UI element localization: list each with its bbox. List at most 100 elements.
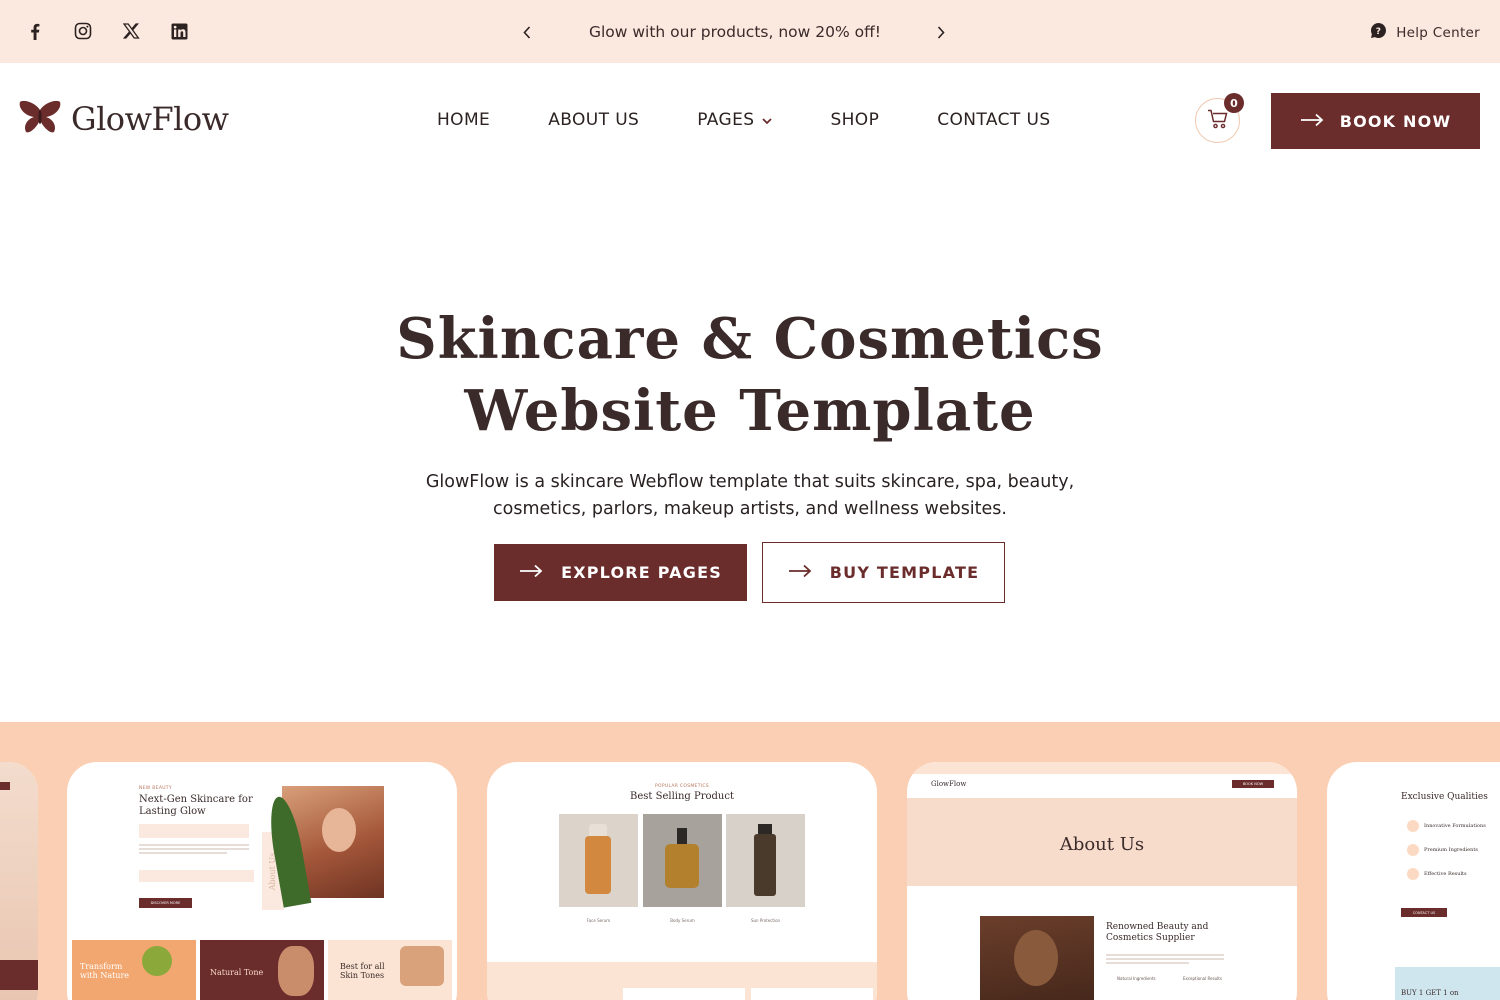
preview-offer-text: BUY 1 GET 1 on — [1401, 989, 1459, 997]
shopping-cart-icon — [1207, 109, 1229, 133]
linkedin-icon[interactable] — [168, 20, 190, 42]
preview-tile-1-bowl — [142, 946, 172, 976]
preview-card-partial-left[interactable] — [0, 762, 38, 1000]
preview-qualities-list: Innovative Formulations Premium Ingredie… — [1407, 820, 1486, 880]
nav-shop[interactable]: SHOP — [830, 110, 879, 130]
preview-product-2-cap — [677, 828, 687, 844]
preview-about-feature-2: Exceptional Results — [1183, 976, 1222, 981]
hero-desc-line2: cosmetics, parlors, makeup artists, and … — [493, 499, 1007, 519]
preview-about-book-button: BOOK NOW — [1232, 780, 1274, 788]
preview-highlight — [139, 824, 249, 838]
preview-label: NEW BEAUTY — [139, 786, 172, 791]
promo-carousel: Glow with our products, now 20% off! — [520, 22, 950, 44]
preview-tile-1: Transform with Nature — [72, 940, 196, 1000]
preview-tile-1-title: Transform with Nature — [80, 962, 129, 980]
preview-about-subtitle-line1: Renowned Beauty and — [1106, 922, 1209, 932]
preview-product-2-bottle — [665, 844, 699, 888]
nav-pages[interactable]: PAGES — [697, 110, 773, 130]
preview-tile-2: Natural Tone — [200, 940, 324, 1000]
preview-product-3-cap — [758, 824, 772, 834]
top-bar: Glow with our products, now 20% off! ? H… — [0, 0, 1500, 63]
preview-footer-box-1 — [623, 988, 745, 1000]
preview-card-home[interactable]: NEW BEAUTY Next-Gen Skincare for Lasting… — [67, 762, 457, 1000]
explore-pages-button[interactable]: EXPLORE PAGES — [494, 544, 747, 601]
nav-pages-label: PAGES — [697, 110, 755, 130]
arrow-right-icon — [519, 563, 543, 582]
preview-footer-box-2 — [751, 988, 873, 1000]
preview-product-1-name: Face Serum — [586, 918, 611, 923]
preview-card-products[interactable]: POPULAR COSMETICS Best Selling Product F… — [487, 762, 877, 1000]
chevron-right-icon[interactable] — [934, 22, 948, 42]
arrow-right-icon — [788, 563, 812, 582]
hero-title-line2: Website Template — [464, 378, 1036, 444]
preview-about-model-image — [980, 916, 1094, 1000]
explore-pages-label: EXPLORE PAGES — [561, 563, 722, 582]
preview-hours — [139, 870, 254, 882]
nav-about-us[interactable]: ABOUT US — [548, 110, 639, 130]
preview-product-3-bottle — [754, 834, 776, 896]
preview-about-banner: About Us — [907, 798, 1297, 886]
promo-text: Glow with our products, now 20% off! — [588, 23, 882, 41]
nav-contact-us[interactable]: CONTACT US — [937, 110, 1050, 130]
x-twitter-icon[interactable] — [120, 20, 142, 42]
preview-tile-1-line2: with Nature — [80, 971, 130, 980]
preview-product-2 — [643, 814, 722, 907]
preview-about-face — [1014, 930, 1058, 986]
preview-title: Next-Gen Skincare for Lasting Glow — [139, 794, 253, 818]
svg-text:?: ? — [1376, 27, 1382, 37]
preview-card-about[interactable]: GlowFlow BOOK NOW About Us Renowned Beau… — [907, 762, 1297, 1000]
preview-product-1 — [559, 814, 638, 907]
preview-about-header: GlowFlow BOOK NOW — [907, 762, 1297, 798]
instagram-icon[interactable] — [72, 20, 94, 42]
preview-tile-3: Best for all Skin Tones — [328, 940, 452, 1000]
social-links — [24, 20, 190, 42]
preview-tile-2-title: Natural Tone — [210, 968, 264, 977]
preview-products-footer — [487, 962, 877, 1000]
preview-quality-1: Innovative Formulations — [1424, 823, 1486, 829]
book-now-button[interactable]: BOOK NOW — [1271, 93, 1480, 149]
preview-products-label: POPULAR COSMETICS — [655, 784, 709, 789]
preview-card-partial-right[interactable]: Exclusive Qualities Innovative Formulati… — [1327, 762, 1500, 1000]
preview-quality-3: Effective Results — [1424, 871, 1467, 877]
preview-face-shape — [322, 808, 356, 852]
preview-mini-block — [0, 960, 38, 990]
preview-about-logo: GlowFlow — [931, 780, 967, 788]
preview-discover-button: DISCOVER MORE — [139, 898, 192, 908]
hero-title-line1: Skincare & Cosmetics — [396, 306, 1104, 372]
nav-home[interactable]: HOME — [437, 110, 490, 130]
help-center-link[interactable]: ? Help Center — [1370, 22, 1480, 43]
preview-mini-button — [0, 782, 10, 790]
butterfly-logo-icon — [19, 100, 61, 138]
hero-title: Skincare & Cosmetics Website Template — [300, 303, 1200, 447]
preview-about-topbar — [907, 762, 1297, 774]
preview-products-title: Best Selling Product — [630, 791, 734, 802]
preview-qualities-title: Exclusive Qualities — [1401, 792, 1488, 802]
preview-tile-3-line2: Skin Tones — [340, 971, 385, 980]
preview-product-1-cap — [589, 824, 607, 836]
chevron-left-icon[interactable] — [520, 22, 534, 42]
preview-title-line2: Lasting Glow — [139, 806, 206, 817]
preview-tile-1-line1: Transform — [80, 962, 123, 971]
preview-about-feature-1: Natural Ingredients — [1117, 976, 1156, 981]
template-showcase: NEW BEAUTY Next-Gen Skincare for Lasting… — [0, 722, 1500, 1000]
preview-tile-3-line1: Best for all — [340, 962, 385, 971]
main-nav: HOME ABOUT US PAGES SHOP CONTACT US — [437, 110, 1051, 130]
logo-text: GlowFlow — [71, 100, 229, 138]
preview-tile-3-title: Best for all Skin Tones — [340, 962, 385, 980]
preview-body-text — [139, 842, 249, 856]
buy-template-label: BUY TEMPLATE — [829, 563, 980, 582]
help-center-label: Help Center — [1396, 24, 1480, 41]
buy-template-button[interactable]: BUY TEMPLATE — [762, 542, 1005, 603]
preview-offer-banner: BUY 1 GET 1 on — [1395, 967, 1500, 1000]
facebook-icon[interactable] — [24, 20, 46, 42]
preview-tile-3-palette — [400, 946, 444, 986]
preview-product-2-name: Body Serum — [670, 918, 695, 923]
preview-about-text — [1106, 952, 1224, 966]
preview-contact-button: CONTACT US — [1401, 908, 1447, 917]
logo[interactable]: GlowFlow — [19, 100, 229, 138]
hero-description: GlowFlow is a skincare Webflow template … — [400, 469, 1100, 523]
preview-about-banner-title: About Us — [1059, 834, 1145, 855]
help-chat-icon: ? — [1370, 22, 1387, 43]
preview-model-image — [264, 786, 384, 908]
preview-quality-2: Premium Ingredients — [1424, 847, 1478, 853]
